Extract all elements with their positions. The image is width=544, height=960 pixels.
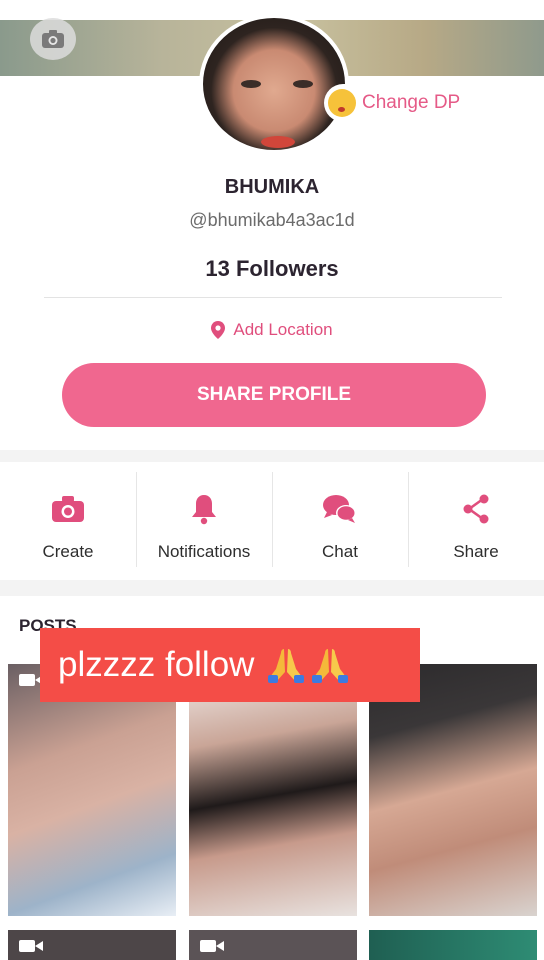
chat-bubbles-icon bbox=[323, 495, 356, 523]
post-thumbnail[interactable] bbox=[189, 930, 357, 960]
avatar-eye bbox=[293, 80, 313, 88]
video-camera-icon bbox=[16, 936, 46, 956]
change-dp-button[interactable]: Change DP bbox=[324, 84, 469, 122]
profile-handle: @bhumikab4a3ac1d bbox=[189, 210, 355, 230]
profile-name: BHUMIKA bbox=[224, 176, 320, 198]
location-pin-icon bbox=[211, 321, 226, 339]
share-label: Share bbox=[453, 542, 499, 561]
create-label: Create bbox=[42, 542, 94, 561]
avatar-mouth bbox=[261, 136, 295, 148]
camera-icon bbox=[52, 496, 84, 522]
change-dp-label: Change DP bbox=[362, 92, 461, 113]
folded-hands-emoji-icon bbox=[266, 645, 350, 685]
add-location-link[interactable]: Add Location bbox=[0, 320, 544, 340]
chat-button[interactable]: Chat bbox=[272, 462, 408, 580]
cover-camera-button[interactable] bbox=[30, 18, 76, 60]
notifications-button[interactable]: Notifications bbox=[136, 462, 272, 580]
create-button[interactable]: Create bbox=[0, 462, 136, 580]
notifications-label: Notifications bbox=[157, 542, 251, 561]
divider bbox=[44, 297, 502, 298]
add-location-label: Add Location bbox=[233, 320, 333, 339]
avatar-eye bbox=[241, 80, 261, 88]
share-button[interactable]: Share bbox=[408, 462, 544, 580]
action-bar: Create Notifications Chat Share bbox=[0, 462, 544, 580]
chat-label: Chat bbox=[322, 542, 358, 561]
video-camera-icon bbox=[197, 936, 227, 956]
avatar[interactable] bbox=[199, 14, 349, 154]
bell-icon bbox=[192, 495, 216, 525]
post-thumbnail[interactable] bbox=[8, 930, 176, 960]
camera-icon bbox=[42, 30, 64, 48]
share-icon bbox=[463, 494, 489, 524]
overlay-text: plzzzz follow bbox=[58, 645, 255, 684]
follow-caption-overlay: plzzzz follow bbox=[40, 628, 420, 702]
share-profile-button[interactable]: SHARE PROFILE bbox=[62, 363, 486, 427]
kissing-face-emoji-icon bbox=[328, 89, 356, 117]
followers-count[interactable]: 13 Followers bbox=[0, 256, 544, 282]
post-thumbnail[interactable] bbox=[369, 930, 537, 960]
